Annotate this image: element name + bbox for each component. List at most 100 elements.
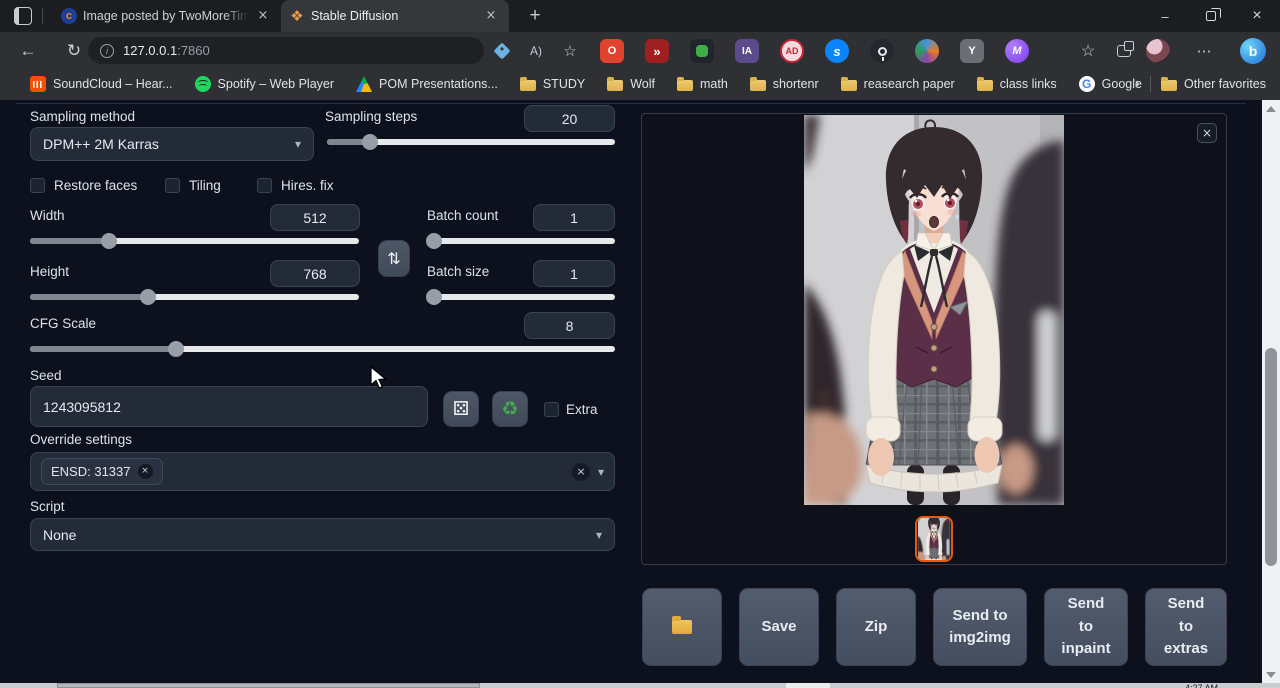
tab-close-icon[interactable]: × — [255, 8, 271, 24]
restore-button[interactable] — [1188, 0, 1234, 32]
new-tab-button[interactable]: + — [523, 5, 547, 27]
extension-ia-icon[interactable]: IA — [735, 39, 759, 63]
scrollbar-thumb[interactable] — [1265, 348, 1277, 566]
window-controls: – × — [1142, 0, 1280, 32]
script-dropdown[interactable]: None ▾ — [30, 518, 615, 551]
batch-count-input[interactable]: 1 — [533, 204, 615, 231]
extension-o-icon[interactable]: O — [600, 39, 624, 63]
height-slider[interactable] — [30, 289, 359, 305]
bookmark-pom[interactable]: POM Presentations... — [356, 76, 498, 92]
seed-input[interactable]: 1243095812 — [30, 386, 428, 427]
tab-close-icon[interactable]: × — [483, 8, 499, 24]
background-window-edge — [57, 683, 480, 688]
extension-y-icon[interactable]: Y — [960, 39, 984, 63]
scroll-down-icon[interactable] — [1262, 666, 1280, 683]
bookmark-label: Spotify – Web Player — [218, 77, 335, 91]
refresh-button[interactable]: ↻ — [62, 40, 86, 62]
extension-ad-icon[interactable]: AD — [780, 39, 804, 63]
profile-avatar[interactable] — [1146, 39, 1170, 63]
hires-fix-checkbox[interactable] — [257, 178, 272, 193]
bookmarks-overflow-chevron[interactable]: › — [1135, 75, 1140, 93]
bookmark-folder-research[interactable]: reasearch paper — [841, 77, 955, 91]
bookmark-soundcloud[interactable]: SoundCloud – Hear... — [30, 76, 173, 92]
site-info-icon[interactable]: i — [100, 44, 114, 58]
override-settings-box[interactable]: ENSD: 31337 × × ▾ — [30, 452, 615, 491]
batch-size-slider[interactable] — [430, 289, 615, 305]
height-input[interactable]: 768 — [270, 260, 360, 287]
bing-copilot-icon[interactable]: b — [1240, 38, 1266, 64]
swap-dimensions-button[interactable]: ⇅ — [378, 240, 410, 277]
collections-icon[interactable] — [1112, 40, 1136, 62]
extension-m-icon[interactable]: M — [1005, 39, 1029, 63]
extension-trash-icon[interactable] — [690, 39, 714, 63]
bookmark-spotify[interactable]: Spotify – Web Player — [195, 76, 335, 92]
chevron-down-icon[interactable]: ▾ — [598, 465, 604, 479]
override-chip[interactable]: ENSD: 31337 × — [41, 458, 163, 485]
slider-handle[interactable] — [426, 289, 442, 305]
gallery-thumbnail-selected[interactable] — [915, 516, 953, 562]
extension-globe-icon[interactable] — [915, 39, 939, 63]
open-folder-button[interactable] — [642, 588, 722, 666]
generated-image[interactable] — [804, 115, 1064, 505]
batch-count-slider[interactable] — [430, 233, 615, 249]
read-aloud-icon[interactable]: A) — [524, 40, 548, 62]
tab-actions-menu-icon[interactable] — [14, 7, 32, 25]
slider-handle[interactable] — [426, 233, 442, 249]
favorites-hub-icon[interactable]: ☆ — [1076, 40, 1100, 62]
zip-button[interactable]: Zip — [836, 588, 916, 666]
close-gallery-icon[interactable]: × — [1197, 123, 1217, 143]
send-to-img2img-button[interactable]: Send to img2img — [933, 588, 1027, 666]
slider-handle[interactable] — [168, 341, 184, 357]
restore-faces-checkbox[interactable] — [30, 178, 45, 193]
slider-handle[interactable] — [140, 289, 156, 305]
tiling-checkbox[interactable] — [165, 178, 180, 193]
add-favorite-star-icon[interactable]: ☆ — [558, 40, 582, 62]
extension-map-pin-icon[interactable] — [870, 39, 894, 63]
reuse-seed-recycle-button[interactable]: ♻ — [492, 391, 528, 427]
width-input[interactable]: 512 — [270, 204, 360, 231]
settings-dots-icon[interactable]: ⋯ — [1192, 40, 1216, 62]
batch-size-input[interactable]: 1 — [533, 260, 615, 287]
bookmark-folder-wolf[interactable]: Wolf — [607, 77, 655, 91]
tab-stable-diffusion[interactable]: ❖ Stable Diffusion × — [281, 0, 509, 32]
scroll-up-icon[interactable] — [1262, 100, 1280, 117]
back-button[interactable]: ← — [16, 40, 40, 62]
random-seed-dice-button[interactable]: ⚄ — [443, 391, 479, 427]
send-to-inpaint-button[interactable]: Send to inpaint — [1044, 588, 1128, 666]
slider-handle[interactable] — [101, 233, 117, 249]
sampling-method-dropdown[interactable]: DPM++ 2M Karras ▾ — [30, 127, 314, 161]
save-button[interactable]: Save — [739, 588, 819, 666]
address-bar[interactable]: i 127.0.0.1 :7860 — [88, 37, 484, 64]
chip-remove-icon[interactable]: × — [138, 464, 153, 479]
google-icon: G — [1079, 76, 1095, 92]
bookmark-folder-shortenr[interactable]: shortenr — [750, 77, 819, 91]
cfg-scale-slider[interactable] — [30, 341, 615, 357]
bookmark-google[interactable]: G Google — [1079, 76, 1142, 92]
sampling-steps-input[interactable]: 20 — [524, 105, 615, 132]
send-to-extras-button[interactable]: Send to extras — [1145, 588, 1227, 666]
extension-play-icon[interactable]: » — [645, 39, 669, 63]
page-scrollbar[interactable] — [1262, 100, 1280, 683]
extra-label: Extra — [566, 402, 598, 417]
chevron-down-icon: ▾ — [295, 137, 301, 151]
price-tag-icon[interactable] — [490, 40, 514, 62]
tab-image-posted[interactable]: c Image posted by TwoMoreTimes × — [53, 0, 281, 32]
width-slider[interactable] — [30, 233, 359, 249]
bookmark-folder-study[interactable]: STUDY — [520, 77, 585, 91]
sampling-steps-slider[interactable] — [327, 134, 615, 150]
other-favorites[interactable]: Other favorites — [1161, 77, 1266, 91]
folder-icon — [750, 80, 766, 91]
slider-handle[interactable] — [362, 134, 378, 150]
extension-shazam-icon[interactable]: s — [825, 39, 849, 63]
extra-seed-checkbox[interactable] — [544, 402, 559, 417]
cfg-scale-input[interactable]: 8 — [524, 312, 615, 339]
tab-title: Image posted by TwoMoreTimes — [83, 9, 249, 23]
minimize-button[interactable]: – — [1142, 0, 1188, 32]
restore-faces-label: Restore faces — [54, 178, 137, 193]
bookmark-folder-classlinks[interactable]: class links — [977, 77, 1057, 91]
close-window-button[interactable]: × — [1234, 0, 1280, 32]
gallery-actions: Save Zip Send to img2img Send to inpaint… — [642, 588, 1227, 666]
clear-all-icon[interactable]: × — [572, 463, 590, 481]
folder-icon — [677, 80, 693, 91]
bookmark-folder-math[interactable]: math — [677, 77, 728, 91]
